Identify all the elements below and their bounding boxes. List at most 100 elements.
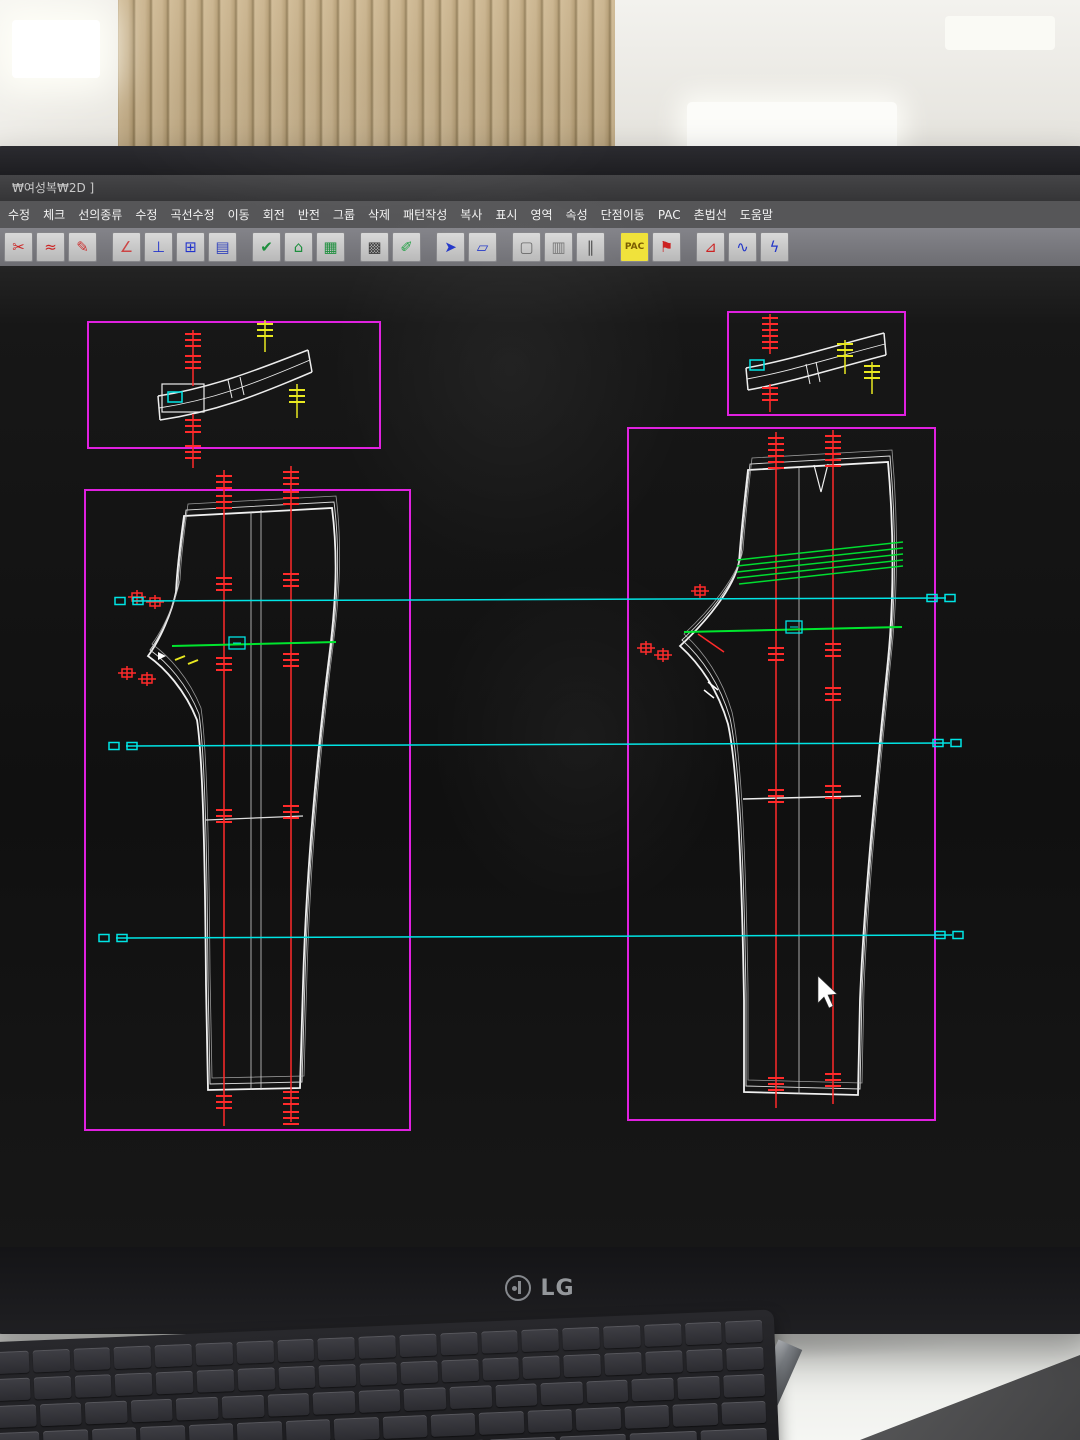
keyboard-key (677, 1376, 719, 1400)
keyboard-key (562, 1327, 600, 1351)
keyboard-key (725, 1320, 763, 1344)
menu-item[interactable]: 속성 (566, 206, 588, 223)
keyboard-key (632, 1378, 674, 1402)
pattern-canvas[interactable] (0, 266, 1080, 1247)
layout-icon[interactable]: ▤ (208, 232, 237, 262)
keyboard-key (92, 1427, 137, 1440)
keyboard-key (0, 1404, 36, 1428)
selection-box-pant-back (628, 428, 935, 1120)
keyboard-key (85, 1401, 127, 1425)
menu-item[interactable]: 표시 (495, 206, 517, 223)
menu-item[interactable]: 선의종류 (78, 206, 122, 223)
keyboard-key (156, 1371, 194, 1395)
pattern-piece-waistband-left[interactable] (158, 320, 312, 468)
menu-item[interactable]: 이동 (228, 206, 250, 223)
drawing-canvas[interactable] (0, 266, 1080, 1247)
menu-item[interactable]: 체크 (43, 206, 65, 223)
sheet-icon[interactable]: ▢ (512, 232, 541, 262)
grade-table-icon[interactable]: ⊞ (176, 232, 205, 262)
measure-icon[interactable]: ∠ (112, 232, 141, 262)
pac-button[interactable]: PAC (620, 232, 649, 262)
curve-blue-icon[interactable]: ∿ (728, 232, 757, 262)
angle-red-icon[interactable]: ⊿ (696, 232, 725, 262)
keyboard-key (278, 1366, 316, 1390)
keyboard-key (358, 1335, 396, 1359)
pen-red-icon[interactable]: ✎ (68, 232, 97, 262)
keyboard-key (237, 1367, 275, 1391)
keyboard-key (686, 1349, 724, 1373)
stretch-band-green (737, 542, 903, 584)
keyboard-key (334, 1417, 379, 1440)
ceiling-light-icon (12, 20, 100, 78)
pen-green-icon[interactable]: ✐ (392, 232, 421, 262)
lg-logo-icon (505, 1275, 531, 1301)
keyboard-key (685, 1322, 723, 1346)
grid-green-icon[interactable]: ▦ (316, 232, 345, 262)
menu-item[interactable]: 복사 (460, 206, 482, 223)
menu-item[interactable]: 촌법선 (694, 206, 727, 223)
keyboard-key (495, 1383, 537, 1407)
keyboard-key (39, 1403, 81, 1427)
menu-item[interactable]: 도움말 (740, 206, 773, 223)
inseam-notches (704, 682, 718, 698)
keyboard-key (43, 1429, 88, 1440)
window-titlebar: ₩여성복₩2D ] (0, 175, 1080, 201)
menu-item[interactable]: 영역 (530, 206, 552, 223)
menu-item[interactable]: 곡선수정 (170, 206, 214, 223)
guide-line-hip[interactable] (115, 595, 955, 605)
scissors-icon[interactable]: ✂ (4, 232, 33, 262)
keyboard-key (399, 1334, 437, 1358)
notch-icon[interactable]: ≈ (36, 232, 65, 262)
keyboard-key (237, 1421, 282, 1440)
columns-icon[interactable]: ‖ (576, 232, 605, 262)
pattern-piece-waistband-right[interactable] (746, 314, 886, 412)
keyboard-key (140, 1425, 185, 1440)
keyboard-key (404, 1387, 446, 1411)
keyboard-key (360, 1362, 398, 1386)
menu-item[interactable]: PAC (658, 208, 681, 222)
keyboard-key (441, 1359, 479, 1383)
keyboard-key (604, 1352, 642, 1376)
keyboard-key (313, 1391, 355, 1415)
menu-item[interactable]: 회전 (263, 206, 285, 223)
menu-item[interactable]: 단점이동 (601, 206, 645, 223)
mouse-cursor (818, 976, 837, 1008)
keyboard-key (721, 1401, 766, 1425)
measure-line-front[interactable] (172, 637, 336, 649)
keyboard-key (267, 1393, 309, 1417)
selection-box-waistband-left (88, 322, 380, 448)
menu-item[interactable]: 삭제 (368, 206, 390, 223)
menu-item[interactable]: 반전 (298, 206, 320, 223)
menu-item[interactable]: 수정 (8, 206, 30, 223)
keyboard-key (34, 1376, 72, 1400)
keyboard-key (431, 1413, 476, 1437)
fabric-icon[interactable]: ▩ (360, 232, 389, 262)
menu-item[interactable]: 패턴작성 (403, 206, 447, 223)
flag-red-icon[interactable]: ⚑ (652, 232, 681, 262)
keyboard-key (603, 1325, 641, 1349)
keyboard-key (576, 1407, 621, 1431)
panel-blue-icon[interactable]: ▱ (468, 232, 497, 262)
waist-dart (814, 464, 828, 492)
keyboard-key (563, 1354, 601, 1378)
menu-item[interactable]: 수정 (135, 206, 157, 223)
piece-green-icon[interactable]: ⌂ (284, 232, 313, 262)
keyboard-key (482, 1357, 520, 1381)
pattern-piece-pant-back[interactable] (637, 430, 903, 1108)
keyboard-key (644, 1323, 682, 1347)
menu-item[interactable]: 그룹 (333, 206, 355, 223)
check-green-icon[interactable]: ✔ (252, 232, 281, 262)
keyboard-key (74, 1374, 112, 1398)
grade-rule-icon[interactable]: ⊥ (144, 232, 173, 262)
zigzag-blue-icon[interactable]: ϟ (760, 232, 789, 262)
keyboard-key (645, 1350, 683, 1374)
keyboard-key (586, 1380, 628, 1404)
keyboard-key (726, 1347, 764, 1371)
keyboard-key (155, 1344, 193, 1368)
sheet2-icon[interactable]: ▥ (544, 232, 573, 262)
tool-bar: ✂≈✎ ∠⊥⊞▤ ✔⌂▦ ▩✐ ➤▱ ▢▥‖ PAC⚑ ⊿∿ϟ (0, 228, 1080, 266)
pattern-piece-pant-front[interactable] (118, 466, 340, 1126)
arrow-blue-icon[interactable]: ➤ (436, 232, 465, 262)
measure-line-back[interactable] (684, 621, 902, 633)
ceiling-left (0, 0, 118, 150)
